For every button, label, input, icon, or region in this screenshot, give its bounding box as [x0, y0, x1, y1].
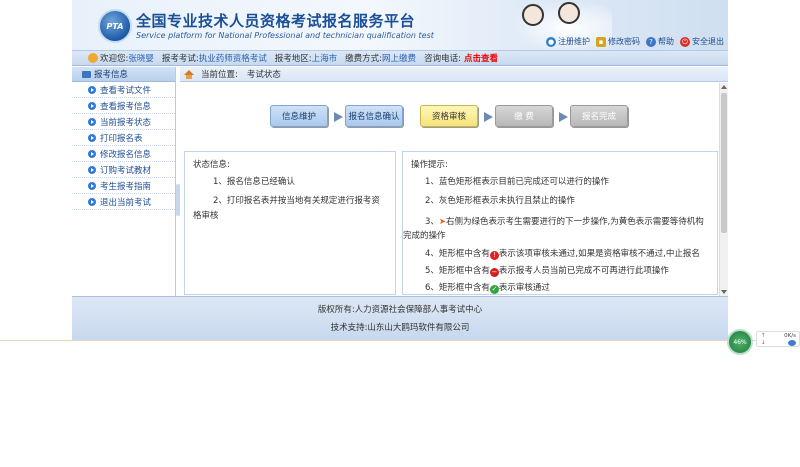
breadcrumb-current: 考试状态 — [246, 70, 281, 80]
sidebar-item-exit-exam[interactable]: 退出当前考试 — [72, 194, 175, 210]
sidebar-item-current-status[interactable]: 当前报考状态 — [72, 114, 175, 130]
home-icon — [184, 69, 194, 79]
payment-method: 网上缴费 — [382, 54, 417, 64]
progress-steps: 信息维护 报名信息确认 资格审核 缴 费 报名完成 — [180, 83, 728, 153]
arrow-circle-icon — [88, 165, 96, 174]
app-frame: PTA 全国专业技术人员资格考试报名服务平台 Service platform … — [72, 0, 728, 340]
arrow-circle-icon — [88, 117, 96, 126]
sidebar-item-view-registration[interactable]: 查看报考信息 — [72, 98, 175, 114]
tray-app-icon — [788, 340, 796, 346]
tip-line: 3、➤右侧为绿色表示考生需要进行的下一步操作,为黄色表示需要等待机构完成的操作 — [403, 217, 704, 241]
download-arrow-icon: ↓ — [761, 340, 766, 346]
error-icon: ! — [489, 251, 499, 260]
user-icon — [88, 53, 98, 63]
main-content: 当前位置: 考试状态 信息维护 报名信息确认 资格审核 缴 费 报名完成 状态信… — [180, 67, 728, 296]
operator-icon — [558, 2, 580, 24]
header-banner: PTA 全国专业技术人员资格考试报名服务平台 Service platform … — [72, 0, 728, 50]
folder-icon — [82, 70, 91, 78]
arrow-circle-icon — [88, 149, 96, 158]
sidebar-item-edit-registration[interactable]: 修改报名信息 — [72, 146, 175, 162]
arrow-circle-icon — [88, 133, 96, 142]
footer-copyright: 版权所有:人力资源社会保障部人事考试中心 — [317, 305, 483, 315]
arrow-right-icon — [559, 112, 568, 122]
tip-line: 4、矩形框中含有! 表示该项审核未通过,如果是资格审核不通过,中止报名 — [425, 249, 700, 260]
power-icon: ⏻ — [680, 36, 690, 47]
tip-line: 1、蓝色矩形框表示目前已完成还可以进行的操作 — [425, 177, 609, 187]
tool-change-password[interactable]: ▪ 修改密码 — [596, 36, 640, 47]
step-qualification-review: 资格审核 — [420, 105, 478, 127]
tips-panel: 操作提示: 1、蓝色矩形框表示目前已完成还可以进行的操作 2、灰色矩形框表示未执… — [402, 151, 718, 295]
exam-name: 执业药师资格考试 — [198, 54, 267, 64]
speed-badge[interactable]: 46% — [727, 329, 753, 355]
arrow-circle-icon — [88, 85, 96, 94]
status-line: 2、打印报名表并按当地有关规定进行报考资格审核 — [193, 196, 380, 221]
no-entry-icon: − — [489, 268, 499, 277]
content-scrollbar[interactable] — [719, 83, 728, 296]
status-line: 1、报名信息已经确认 — [213, 177, 295, 187]
header-tools: ● 注册维护 ▪ 修改密码 ? 帮助 ⏻ 安全退出 — [546, 36, 724, 47]
step-confirm-registration[interactable]: 报名信息确认 — [345, 105, 403, 127]
exam-region: 上海市 — [311, 54, 338, 64]
upload-arrow-icon: ↑ — [761, 333, 766, 339]
check-icon: ✓ — [489, 285, 499, 294]
sidebar-item-print-form[interactable]: 打印报名表 — [72, 130, 175, 146]
arrow-circle-icon — [88, 101, 96, 110]
scroll-up-icon[interactable] — [721, 85, 727, 89]
sidebar-item-view-exam-files[interactable]: 查看考试文件 — [72, 82, 175, 98]
arrow-right-icon — [484, 112, 493, 122]
step-payment: 缴 费 — [495, 105, 553, 127]
footer: 版权所有:人力资源社会保障部人事考试中心 技术支持:山东山大鸥玛软件有限公司 — [72, 296, 728, 340]
help-icon: ? — [646, 36, 656, 47]
tip-line: 2、灰色矩形框表示未执行且禁止的操作 — [425, 196, 575, 206]
site-title: 全国专业技术人员资格考试报名服务平台 — [136, 12, 416, 30]
sidebar-item-order-textbooks[interactable]: 订购考试教材 — [72, 162, 175, 178]
globe-icon: ● — [546, 36, 556, 47]
sidebar-header[interactable]: 报考信息 — [72, 67, 175, 82]
page-divider — [0, 340, 800, 341]
tool-logout[interactable]: ⏻ 安全退出 — [680, 36, 724, 47]
tool-help[interactable]: ? 帮助 — [646, 36, 674, 47]
network-meter: ↑ ↓ 0K/s — [756, 331, 800, 347]
sidebar-item-guide[interactable]: 考生报考指南 — [72, 178, 175, 194]
tip-line: 5、矩形框中含有 − 表示报考人员当前已完成不可再进行此项操作 — [425, 266, 669, 277]
breadcrumb: 当前位置: 考试状态 — [180, 67, 728, 82]
user-name: 张晓婴 — [128, 54, 154, 64]
phone-view-link[interactable]: 点击查看 — [464, 52, 498, 64]
step-complete: 报名完成 — [570, 105, 628, 127]
scroll-down-icon[interactable] — [721, 290, 727, 294]
operator-icon — [522, 4, 544, 26]
arrow-circle-icon — [88, 181, 96, 190]
tip-line: 6、矩形框中含有 ✓ 表示审核通过 — [425, 283, 550, 294]
scroll-thumb[interactable] — [721, 93, 727, 233]
site-subtitle: Service platform for National Profession… — [136, 31, 434, 40]
status-title: 状态信息: — [193, 160, 230, 170]
step-info-maintain[interactable]: 信息维护 — [270, 105, 328, 127]
status-panel: 状态信息: 1、报名信息已经确认 2、打印报名表并按当地有关规定进行报考资格审核 — [184, 151, 396, 295]
lock-icon: ▪ — [596, 36, 606, 47]
user-info-bar: 欢迎您: 张晓婴 报考考试: 执业药师资格考试 报考地区: 上海市 缴费方式: … — [72, 50, 728, 66]
network-speed: 0K/s — [784, 333, 796, 339]
orange-arrow-icon: ➤ — [438, 217, 447, 227]
sidebar: 报考信息 查看考试文件 查看报考信息 当前报考状态 打印报名表 修改报名信息 订… — [72, 67, 176, 296]
arrow-right-icon — [334, 112, 343, 122]
arrow-circle-icon — [88, 197, 96, 206]
pta-logo: PTA — [98, 9, 132, 43]
footer-support: 技术支持:山东山大鸥玛软件有限公司 — [330, 323, 470, 333]
tips-title: 操作提示: — [411, 160, 448, 170]
tool-register-maintain[interactable]: ● 注册维护 — [546, 36, 590, 47]
